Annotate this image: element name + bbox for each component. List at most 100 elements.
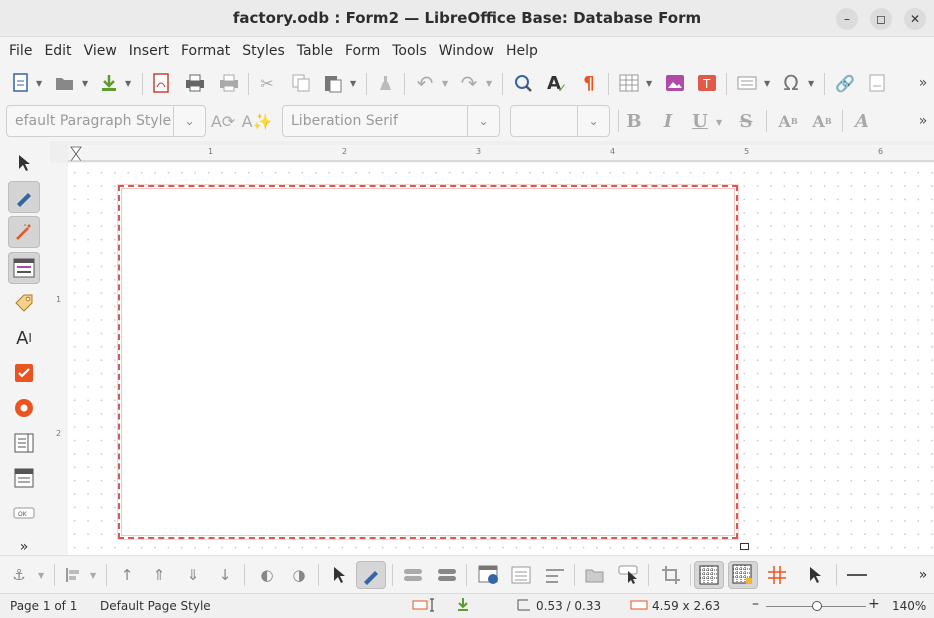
checkbox-icon[interactable] (8, 357, 40, 389)
to-background-icon[interactable]: ◑ (284, 561, 314, 589)
export-pdf-icon[interactable] (150, 72, 172, 94)
design-mode-toggle-icon[interactable] (356, 561, 386, 589)
bold-icon[interactable]: B (622, 109, 646, 133)
insert-image-icon[interactable] (664, 72, 686, 94)
control-wizards-icon[interactable] (8, 216, 40, 248)
menu-format[interactable]: Format (175, 43, 236, 59)
toolbar-overflow-icon[interactable]: » (912, 110, 934, 132)
activation-order-icon[interactable] (540, 561, 570, 589)
snap-to-grid-icon[interactable] (728, 561, 758, 589)
select-pointer-icon[interactable] (8, 147, 40, 179)
print-preview-icon[interactable] (218, 72, 240, 94)
control-properties-icon[interactable] (398, 561, 428, 589)
zoom-slider-handle[interactable] (812, 601, 822, 611)
form-navigator-icon[interactable] (8, 252, 40, 284)
new-style-icon[interactable]: A✨ (242, 110, 273, 132)
menu-form[interactable]: Form (339, 43, 386, 59)
menu-table[interactable]: Table (291, 43, 339, 59)
send-to-back-icon[interactable]: ↓ (210, 561, 240, 589)
bring-forward-icon[interactable]: ⇑ (144, 561, 174, 589)
formatting-marks-icon[interactable]: ¶ (578, 72, 600, 94)
zoom-out-icon[interactable]: – (752, 596, 759, 612)
clone-formatting-icon[interactable] (374, 72, 396, 94)
cut-icon[interactable]: ✂ (256, 72, 278, 94)
open-folder-icon[interactable] (54, 72, 76, 94)
selected-form-control[interactable] (118, 185, 738, 539)
menu-help[interactable]: Help (500, 43, 544, 59)
helplines-while-moving-icon[interactable] (762, 561, 792, 589)
selection-mode-icon[interactable] (412, 598, 438, 615)
display-grid-icon[interactable] (694, 561, 724, 589)
hyperlink-icon[interactable]: 🔗 (834, 72, 856, 94)
menu-window[interactable]: Window (433, 43, 500, 59)
update-style-icon[interactable]: A⟳ (211, 110, 235, 132)
crop-icon[interactable] (656, 561, 686, 589)
chevron-down-icon[interactable]: ⌄ (173, 106, 205, 136)
print-icon[interactable] (184, 72, 206, 94)
document-modified-icon[interactable] (456, 597, 470, 616)
list-box-icon[interactable] (8, 427, 40, 459)
push-button-icon[interactable]: OK (8, 497, 40, 529)
italic-icon[interactable]: I (656, 109, 680, 133)
paragraph-style-combo[interactable]: efault Paragraph Style ⌄ (6, 105, 206, 137)
font-name-combo[interactable]: Liberation Serif ⌄ (282, 105, 500, 137)
text-box-icon[interactable]: AI (8, 322, 40, 354)
menu-insert[interactable]: Insert (123, 43, 175, 59)
horizontal-ruler[interactable]: 1 2 3 4 5 6 (68, 145, 934, 163)
add-field-icon[interactable] (506, 561, 536, 589)
insert-field-icon[interactable] (736, 72, 758, 94)
minimize-icon[interactable]: – (836, 8, 858, 30)
to-foreground-icon[interactable]: ◐ (252, 561, 282, 589)
form-navigator-button-icon[interactable] (474, 561, 504, 589)
save-icon[interactable] (98, 72, 120, 94)
form-canvas[interactable] (68, 163, 934, 555)
bring-to-front-icon[interactable]: ↑ (112, 561, 142, 589)
menu-view[interactable]: View (78, 43, 123, 59)
spelling-icon[interactable]: A ✓ (546, 72, 568, 96)
line-icon[interactable] (842, 561, 872, 589)
chevron-down-icon[interactable]: ⌄ (577, 106, 609, 136)
toolbar-overflow-icon[interactable]: » (908, 561, 934, 589)
toolbar-overflow-icon[interactable]: » (912, 72, 934, 94)
design-mode-icon[interactable] (8, 181, 40, 213)
align-objects-icon[interactable] (58, 561, 88, 589)
insert-textbox-icon[interactable]: T (696, 72, 718, 94)
close-icon[interactable]: ✕ (904, 8, 926, 30)
find-replace-icon[interactable] (512, 72, 534, 94)
subscript-icon[interactable]: AB (810, 109, 834, 133)
superscript-icon[interactable]: AB (776, 109, 800, 133)
page-style[interactable]: Default Page Style (100, 599, 211, 613)
maximize-icon[interactable]: ◻ (870, 8, 892, 30)
select-icon[interactable] (324, 561, 354, 589)
combo-box-icon[interactable] (8, 462, 40, 494)
label-field-icon[interactable] (8, 287, 40, 319)
clear-formatting-icon[interactable]: A (850, 109, 874, 133)
vertical-ruler[interactable]: 1 2 (50, 163, 68, 555)
anchor-icon[interactable]: ⚓ (4, 561, 34, 589)
undo-icon[interactable]: ↶ (414, 71, 436, 95)
send-backward-icon[interactable]: ⇓ (178, 561, 208, 589)
zoom-level[interactable]: 140% (892, 599, 926, 613)
menu-file[interactable]: File (3, 43, 38, 59)
menu-edit[interactable]: Edit (38, 43, 77, 59)
underline-icon[interactable]: U (688, 109, 712, 133)
zoom-in-icon[interactable]: + (868, 596, 880, 612)
font-size-combo[interactable]: ⌄ (510, 105, 610, 137)
chevron-down-icon[interactable]: ⌄ (467, 106, 499, 136)
resize-handle[interactable] (740, 543, 749, 550)
special-character-icon[interactable]: Ω (780, 71, 802, 95)
new-document-icon[interactable] (10, 72, 32, 94)
automatic-control-focus-icon[interactable] (614, 561, 644, 589)
menu-tools[interactable]: Tools (386, 43, 433, 59)
redo-icon[interactable]: ↷ (458, 71, 480, 95)
strikethrough-icon[interactable]: S (734, 109, 758, 133)
paste-icon[interactable] (322, 72, 344, 94)
pointer-icon[interactable] (800, 561, 830, 589)
option-button-icon[interactable] (8, 392, 40, 424)
menu-styles[interactable]: Styles (236, 43, 290, 59)
form-properties-icon[interactable] (432, 561, 462, 589)
insert-table-icon[interactable] (618, 72, 640, 94)
footnote-icon[interactable] (866, 72, 888, 94)
open-in-design-mode-icon[interactable] (580, 561, 610, 589)
copy-icon[interactable] (290, 72, 312, 94)
